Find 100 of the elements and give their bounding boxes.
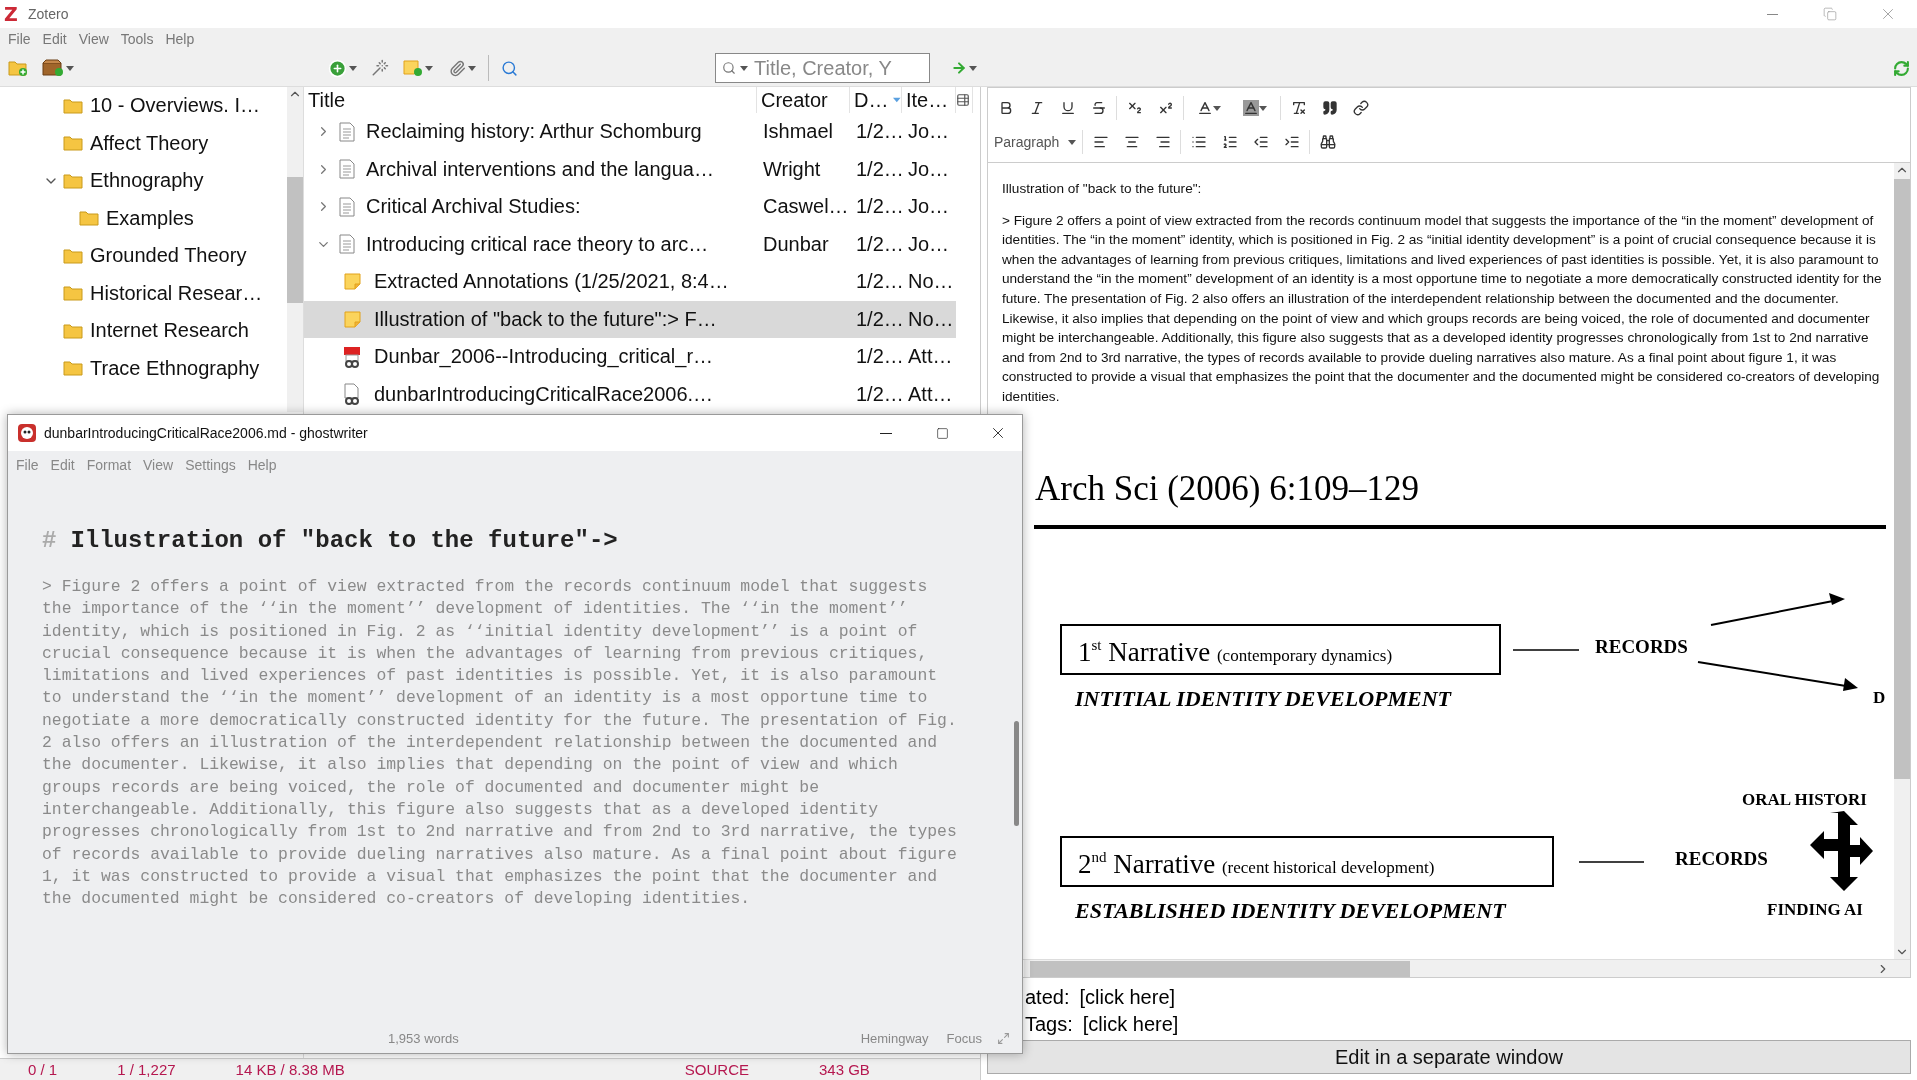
superscript-icon xyxy=(1157,100,1174,116)
menu-item[interactable]: View xyxy=(74,31,117,47)
window-title: dunbarIntroducingCriticalRace2006.md - ghostwriter xyxy=(44,425,369,441)
quote-icon xyxy=(1321,100,1338,116)
edit-in-window-button[interactable]: Edit in a separate window xyxy=(987,1040,1911,1074)
status-text: 14 KB / 8.38 MB xyxy=(235,1061,345,1078)
app-logo: Z xyxy=(4,3,19,25)
arrow-icon xyxy=(1710,592,1845,626)
folder-icon xyxy=(63,322,83,339)
scrollbar[interactable] xyxy=(1894,163,1910,959)
search-field[interactable]: Title, Creator, Y xyxy=(715,53,930,83)
item-title-cell[interactable]: Illustration of "back to the future":> F… xyxy=(304,300,757,338)
plus-circle-icon xyxy=(327,58,347,78)
caret-icon xyxy=(1068,139,1076,145)
align-left-icon xyxy=(1092,134,1109,150)
caret-icon xyxy=(1259,105,1267,111)
restore-icon xyxy=(1823,7,1837,21)
library-box-icon xyxy=(42,59,64,77)
relation-link[interactable]: [click here] xyxy=(1079,986,1176,1009)
heading-marker: # xyxy=(42,527,57,554)
four-way-arrow-icon xyxy=(1810,810,1873,891)
minimize-icon xyxy=(880,432,892,434)
scrollbar[interactable] xyxy=(287,87,303,412)
folder-icon xyxy=(79,210,99,227)
new-collection-icon xyxy=(8,59,28,77)
relation-label: Tags: xyxy=(1025,1013,1073,1036)
bullet-list-icon xyxy=(1190,134,1207,150)
caret-icon xyxy=(467,65,476,71)
date-cell: 1/2… xyxy=(850,300,902,338)
narrative-label: 1$^{st}$ Narrative (contemporary dynamics) xyxy=(1078,636,1393,667)
caret-icon xyxy=(740,65,748,71)
window-title: Zotero xyxy=(28,6,70,22)
note-icon xyxy=(343,310,361,328)
numbered-list-icon xyxy=(1221,134,1238,150)
menu-item[interactable]: File xyxy=(4,31,39,47)
stage-label: ESTABLISHED IDENTITY DEVELOPMENT xyxy=(1075,897,1506,923)
pdf-file-icon xyxy=(343,345,361,368)
collection-item[interactable]: Ethnography xyxy=(0,162,287,200)
status-text: 1 / 1,227 xyxy=(117,1061,176,1078)
diagram-label: D xyxy=(1873,687,1886,707)
folder-icon xyxy=(63,97,83,114)
collection-item[interactable]: Internet Research xyxy=(0,312,287,350)
stage-label: INTITIAL IDENTITY DEVELOPMENT xyxy=(1075,685,1452,711)
caret-icon xyxy=(66,65,74,71)
relation-label: ated: xyxy=(1025,986,1070,1009)
collection-item[interactable]: Historical Resear… xyxy=(0,274,287,312)
status-text: 0 / 1 xyxy=(28,1061,58,1078)
document-icon xyxy=(339,196,355,217)
diagram-label: ORAL HISTORI xyxy=(1742,789,1867,809)
note-paragraph: > Figure 2 offers a point of view extracted from the records continuum model that suggests the importance of the “in the moment” development of identities. The “in the moment” identity, which is positioned in Fig. 2 as “initial identity development” is a point of crucial consequence because it is when the advantages of learning from previous critiques, limitations and lived experiences of past identities is possible. Yet, it is also paramount to understand the “in the moment” development of an identity is a most opportune time to negotiate a more democratically constructed identity for the future. The presentation of Fig. 2 also offers an illustration of the interdependent relationship between the documented and the documenter. Likewise, it also implies that depending on the point of view and which groups records are being voiced, the role of documented and documenter might be interchangeable. Additionally, this figure also suggests that as a developed identity progresses chronologically from 1st to 2nd narrative and from 2nd to 3rd narrative, the types of records available to provide dueling narratives also mature. As a final point about figure 1, it was constructed to provide a visual that emphasizes the point that the documenter and the documented might be considered co-creators of developing identities. xyxy=(1002,211,1882,406)
sort-icon xyxy=(893,97,901,103)
highlight-icon xyxy=(1243,100,1259,116)
collection-item[interactable]: 10 - Overviews. I… xyxy=(0,87,287,125)
collection-item[interactable]: Grounded Theory xyxy=(0,237,287,275)
document-icon xyxy=(339,159,355,180)
note-icon xyxy=(343,273,361,291)
new-note-icon xyxy=(403,59,423,77)
folder-icon xyxy=(63,172,83,189)
binoculars-icon xyxy=(1319,134,1336,150)
search-icon xyxy=(722,61,736,75)
clear-formatting-icon xyxy=(1290,100,1307,116)
sync-icon xyxy=(1892,59,1910,77)
folder-icon xyxy=(63,360,83,377)
paperclip-icon xyxy=(448,59,466,77)
collection-item[interactable]: Trace Ethnography xyxy=(0,349,287,387)
relation-link[interactable]: [click here] xyxy=(1082,1013,1179,1036)
note-title-line: Illustration of "back to the future": xyxy=(1002,180,1203,198)
caret-icon xyxy=(1213,105,1221,111)
collection-item[interactable]: Affect Theory xyxy=(0,124,287,162)
arrow-icon xyxy=(1697,660,1858,691)
horizontal-scrollbar[interactable] xyxy=(1024,960,1910,977)
status-text: 343 GB xyxy=(819,1061,870,1078)
collection-item[interactable]: Examples xyxy=(0,199,287,237)
document-heading: Illustration of "back to the future"-> xyxy=(70,527,618,554)
format-select[interactable]: Paragraph xyxy=(990,129,1080,155)
menu-item[interactable]: Edit xyxy=(38,31,75,47)
diagram-label: FINDING AI xyxy=(1767,899,1863,919)
column-picker-icon xyxy=(956,93,970,107)
folder-icon xyxy=(63,285,83,302)
indent-icon xyxy=(1283,134,1300,150)
wand-icon xyxy=(371,59,389,77)
item-type-cell: No… xyxy=(902,300,956,338)
linked-file-icon xyxy=(343,383,361,406)
app-icon xyxy=(18,424,36,442)
minimize-icon xyxy=(1766,13,1778,15)
journal-header: Arch Sci (2006) 6:109–129 xyxy=(1035,468,1419,508)
folder-icon xyxy=(63,247,83,264)
caret-icon xyxy=(348,65,357,71)
folder-icon xyxy=(63,135,83,152)
search-icon xyxy=(500,59,518,77)
caret-icon xyxy=(425,65,433,71)
underline-icon xyxy=(1059,100,1076,116)
menu-item[interactable]: Help xyxy=(161,31,203,47)
link-icon xyxy=(1352,100,1369,116)
strikethrough-icon xyxy=(1090,100,1107,116)
column-picker-button[interactable] xyxy=(956,87,973,113)
menu-item[interactable]: Tools xyxy=(116,31,162,47)
scrollbar-thumb[interactable] xyxy=(1013,721,1019,826)
records-label: RECORDS xyxy=(1675,847,1768,869)
align-center-icon xyxy=(1123,134,1140,150)
